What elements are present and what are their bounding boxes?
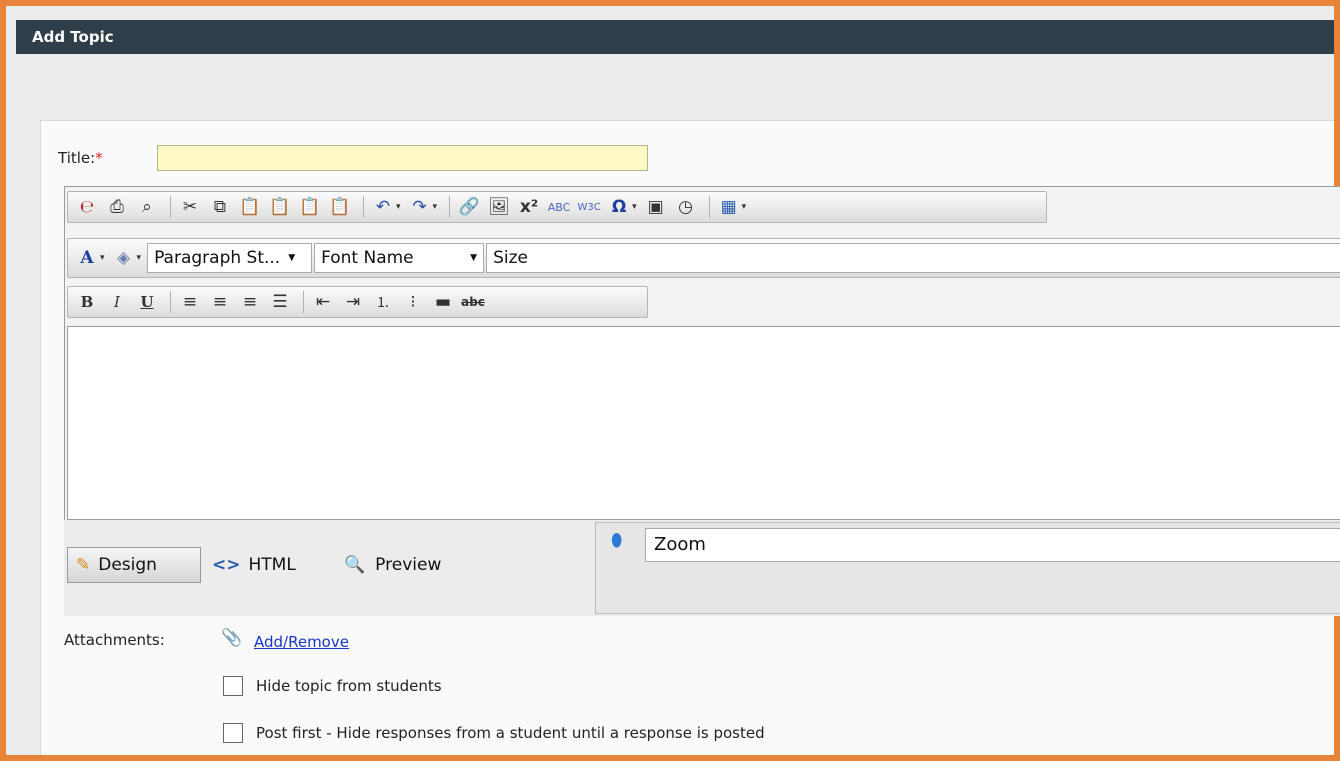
paste-word-icon[interactable]: 📋: [297, 194, 323, 220]
cut-icon[interactable]: ✂: [177, 194, 203, 220]
preview-mode-button[interactable]: 🔍 Preview: [344, 547, 441, 583]
redo-icon[interactable]: ↷: [407, 194, 433, 220]
paragraph-style-select[interactable]: Paragraph St... ▼: [147, 243, 313, 273]
horizontal-rule-icon[interactable]: ▬: [430, 289, 456, 315]
pencil-icon: ✎: [76, 555, 91, 575]
design-label: Design: [98, 555, 157, 575]
undo-dropdown-icon[interactable]: ▾: [396, 202, 401, 212]
title-label: Title:*: [58, 149, 103, 167]
editor-toolbar-text: B I U ≡ ≡ ≡ ☰ ⇤ ⇥ ⒈ ⁝ ▬ abc: [67, 286, 648, 318]
indent-icon[interactable]: ⇥: [340, 289, 366, 315]
font-size-select[interactable]: Size: [486, 243, 1340, 273]
special-char-dropdown-icon[interactable]: ▾: [632, 202, 637, 212]
font-color-dropdown-icon[interactable]: ▾: [100, 253, 105, 263]
image-icon[interactable]: 🖼: [486, 194, 512, 220]
strikethrough-icon[interactable]: abc: [460, 289, 486, 315]
copy-icon[interactable]: ⧉: [207, 194, 233, 220]
spellcheck-icon[interactable]: ABC: [546, 194, 572, 220]
form-icon[interactable]: ▣: [643, 194, 669, 220]
superscript-icon[interactable]: x²: [516, 194, 542, 220]
font-color-icon[interactable]: A: [74, 245, 100, 271]
paste-text-icon[interactable]: 📋: [267, 194, 293, 220]
toolbar-separator: [363, 196, 364, 218]
design-mode-button[interactable]: ✎ Design: [67, 547, 201, 583]
align-left-icon[interactable]: ≡: [177, 289, 203, 315]
editor-toolbar-main: ℮ ⎙ ⌕ ✂ ⧉ 📋 📋 📋 📋 ↶ ▾ ↷ ▾ 🔗 🖼 x² ABC W3C Ω…: [67, 191, 1047, 223]
paste-html-icon[interactable]: 📋: [327, 194, 353, 220]
bold-icon[interactable]: B: [74, 289, 100, 315]
paperclip-icon: 📎: [221, 628, 243, 648]
w3c-icon[interactable]: W3C: [576, 194, 602, 220]
hide-topic-checkbox[interactable]: [223, 676, 243, 696]
code-icon: <>: [212, 555, 241, 575]
toolbar-separator: [170, 291, 171, 313]
attachments-label: Attachments:: [64, 631, 165, 649]
font-name-value: Font Name: [321, 248, 414, 268]
post-first-label: Post first - Hide responses from a stude…: [256, 724, 765, 742]
window-title: Add Topic: [16, 20, 1334, 54]
justify-icon[interactable]: ☰: [267, 289, 293, 315]
chevron-down-icon: ▼: [288, 253, 296, 263]
underline-icon[interactable]: U: [134, 289, 160, 315]
post-first-checkbox[interactable]: [223, 723, 243, 743]
add-remove-attachments-link[interactable]: Add/Remove: [254, 633, 349, 651]
outdent-icon[interactable]: ⇤: [310, 289, 336, 315]
font-name-select[interactable]: Font Name ▼: [314, 243, 485, 273]
align-right-icon[interactable]: ≡: [237, 289, 263, 315]
paste-icon[interactable]: 📋: [237, 194, 263, 220]
clock-icon[interactable]: ◷: [673, 194, 699, 220]
html-mode-button[interactable]: <> HTML: [212, 547, 296, 583]
toolbar-separator: [708, 196, 710, 218]
html-label: HTML: [248, 555, 296, 575]
toolbar-separator: [170, 196, 171, 218]
font-size-value: Size: [493, 248, 528, 268]
find-icon[interactable]: ⌕: [134, 194, 160, 220]
highlight-dropdown-icon[interactable]: ▾: [137, 253, 142, 263]
toolbar-separator: [303, 291, 304, 313]
post-first-option: Post first - Hide responses from a stude…: [223, 723, 765, 743]
highlight-color-icon[interactable]: ◈: [111, 245, 137, 271]
title-input[interactable]: [157, 145, 648, 171]
bullet-list-icon[interactable]: ⁝: [400, 289, 426, 315]
hide-topic-option: Hide topic from students: [223, 676, 442, 696]
editor-toolbar-format: A ▾ ◈ ▾ Paragraph St... ▼ Font Name ▼ Size: [67, 238, 1340, 278]
table-dropdown-icon[interactable]: ▾: [742, 202, 747, 212]
align-center-icon[interactable]: ≡: [207, 289, 233, 315]
magnifier-icon: 🔍: [344, 555, 366, 575]
required-mark: *: [95, 149, 103, 167]
italic-icon[interactable]: I: [104, 289, 130, 315]
toolbar-separator: [449, 196, 451, 218]
special-char-icon[interactable]: Ω: [606, 194, 632, 220]
html-edit-icon[interactable]: ℮: [74, 194, 100, 220]
zoom-select[interactable]: Zoom: [645, 528, 1340, 562]
chevron-down-icon: ▼: [470, 253, 478, 263]
redo-dropdown-icon[interactable]: ▾: [433, 202, 438, 212]
undo-icon[interactable]: ↶: [370, 194, 396, 220]
title-label-text: Title:: [58, 149, 96, 167]
zoom-icon: ⬮: [611, 530, 623, 551]
numbered-list-icon[interactable]: ⒈: [370, 289, 396, 315]
preview-label: Preview: [375, 555, 442, 575]
print-icon[interactable]: ⎙: [104, 194, 130, 220]
table-icon[interactable]: ▦: [716, 194, 742, 220]
paragraph-style-value: Paragraph St...: [154, 248, 281, 268]
hyperlink-icon[interactable]: 🔗: [456, 194, 482, 220]
hide-topic-label: Hide topic from students: [256, 677, 442, 695]
editor-content-area[interactable]: [67, 326, 1340, 520]
